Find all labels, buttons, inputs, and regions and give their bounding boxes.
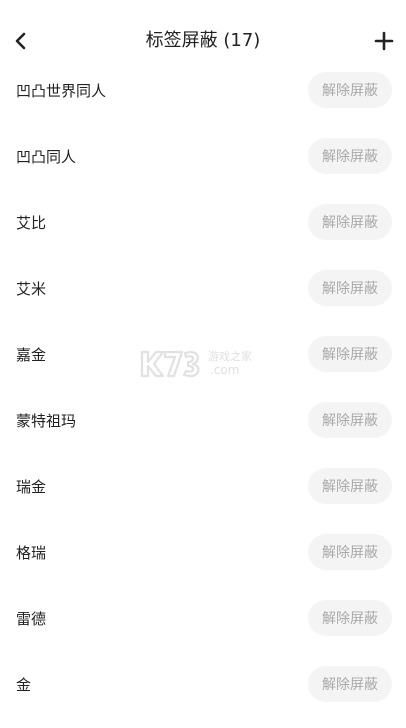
tag-name: 凹凸同人 <box>16 147 77 166</box>
plus-icon <box>374 31 394 51</box>
add-tag-button[interactable] <box>368 26 400 56</box>
tag-name: 艾比 <box>16 213 47 232</box>
list-item: 凹凸同人 解除屏蔽 <box>0 123 406 189</box>
list-item: 金 解除屏蔽 <box>0 651 406 717</box>
blocked-tag-list: 凹凸世界同人 解除屏蔽 凹凸同人 解除屏蔽 艾比 解除屏蔽 艾米 解除屏蔽 嘉金… <box>0 57 406 717</box>
tag-name: 格瑞 <box>16 543 47 562</box>
page-title: 标签屏蔽 (17) <box>145 30 261 51</box>
list-item: 雷德 解除屏蔽 <box>0 585 406 651</box>
unblock-button[interactable]: 解除屏蔽 <box>308 270 392 306</box>
tag-name: 金 <box>16 675 32 694</box>
list-item: 蒙特祖玛 解除屏蔽 <box>0 387 406 453</box>
unblock-button[interactable]: 解除屏蔽 <box>308 402 392 438</box>
list-item: 凹凸世界同人 解除屏蔽 <box>0 57 406 123</box>
tag-name: 艾米 <box>16 279 47 298</box>
tag-name: 嘉金 <box>16 345 47 364</box>
unblock-button[interactable]: 解除屏蔽 <box>308 138 392 174</box>
unblock-button[interactable]: 解除屏蔽 <box>308 600 392 636</box>
list-item: 格瑞 解除屏蔽 <box>0 519 406 585</box>
unblock-button[interactable]: 解除屏蔽 <box>308 336 392 372</box>
tag-name: 蒙特祖玛 <box>16 411 77 430</box>
unblock-button[interactable]: 解除屏蔽 <box>308 72 392 108</box>
tag-name: 雷德 <box>16 609 47 628</box>
list-item: 瑞金 解除屏蔽 <box>0 453 406 519</box>
tag-name: 瑞金 <box>16 477 47 496</box>
list-item: 嘉金 解除屏蔽 <box>0 321 406 387</box>
list-item: 艾比 解除屏蔽 <box>0 189 406 255</box>
tag-name: 凹凸世界同人 <box>16 81 107 100</box>
unblock-button[interactable]: 解除屏蔽 <box>308 204 392 240</box>
unblock-button[interactable]: 解除屏蔽 <box>308 468 392 504</box>
list-item: 艾米 解除屏蔽 <box>0 255 406 321</box>
unblock-button[interactable]: 解除屏蔽 <box>308 666 392 702</box>
unblock-button[interactable]: 解除屏蔽 <box>308 534 392 570</box>
